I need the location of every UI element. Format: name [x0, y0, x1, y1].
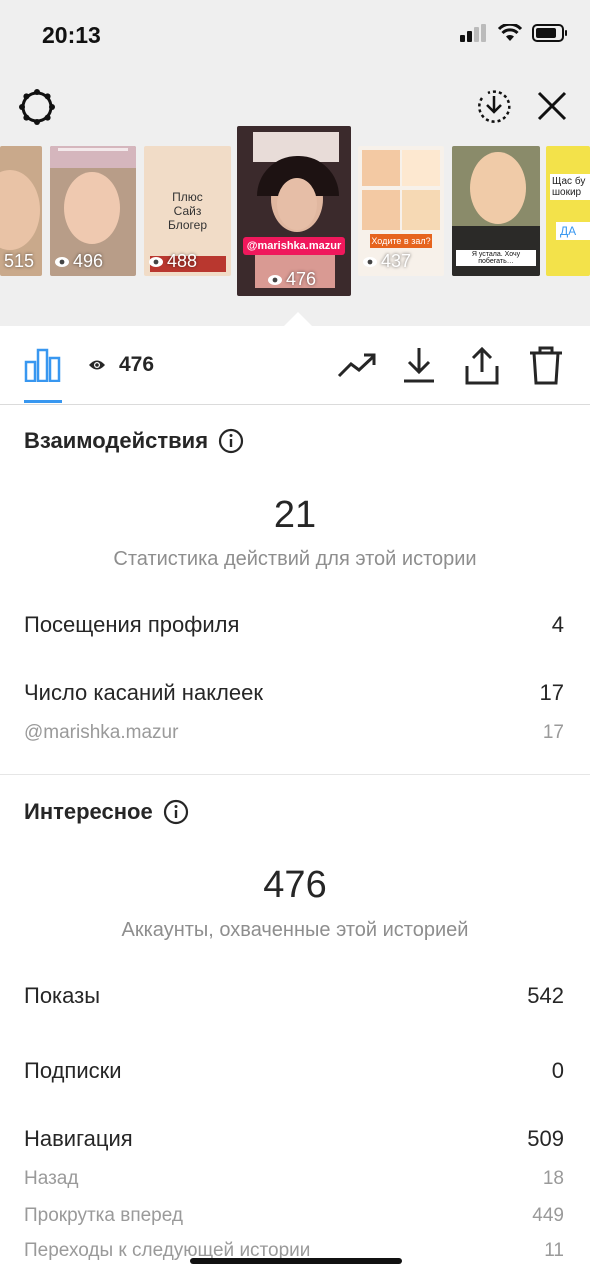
- story-caption: Ходите в зал?: [370, 234, 432, 248]
- info-icon[interactable]: [218, 428, 244, 454]
- story-thumbnail[interactable]: Я устала. Хочу побегать…: [452, 146, 540, 276]
- story-strip-area: 20:13 515 496 Плюс Сайз Блогер 488 @mari…: [0, 0, 590, 326]
- story-views: 476: [286, 269, 317, 289]
- eye-icon: [363, 256, 377, 267]
- story-thumbnail[interactable]: Щас бу шокир ДА: [546, 146, 590, 276]
- stat-row-navigation: Навигация 509: [24, 1126, 564, 1152]
- stat-value: 17: [539, 680, 564, 705]
- stat-label: Число касаний наклеек: [24, 680, 263, 705]
- stat-value: 449: [532, 1205, 564, 1226]
- interactions-section-title: Взаимодействия: [24, 428, 244, 454]
- share-icon[interactable]: [464, 346, 500, 386]
- eye-icon: [55, 256, 69, 267]
- status-bar: 20:13: [0, 0, 590, 72]
- stat-subrow-forward: Прокрутка вперед 449: [24, 1205, 564, 1227]
- story-thumbnail[interactable]: 496: [50, 146, 136, 276]
- stat-label: Подписки: [24, 1058, 122, 1083]
- stat-label: Прокрутка вперед: [24, 1205, 183, 1226]
- stat-row-follows: Подписки 0: [24, 1058, 564, 1084]
- stat-subrow-mention: @marishka.mazur 17: [24, 722, 564, 744]
- story-views: 488: [167, 251, 198, 271]
- home-indicator[interactable]: [190, 1258, 402, 1264]
- discovery-section-title: Интересное: [24, 799, 189, 825]
- active-tab-indicator: [24, 400, 62, 403]
- story-thumbnail[interactable]: 515: [0, 146, 42, 276]
- stat-value: 542: [527, 983, 564, 1008]
- eye-icon: [268, 274, 282, 285]
- story-thumbnail-selected[interactable]: @marishka.mazur 476: [237, 126, 351, 296]
- stat-value: 0: [551, 1058, 564, 1083]
- wifi-icon: [498, 24, 522, 41]
- bar-chart-icon[interactable]: [24, 348, 62, 382]
- story-thumbnails: 515 496 Плюс Сайз Блогер 488 @marishka.m…: [0, 126, 590, 298]
- story-caption: Плюс Сайз Блогер: [167, 190, 207, 232]
- stat-row-impressions: Показы 542: [24, 983, 564, 1009]
- status-time: 20:13: [42, 22, 101, 48]
- story-views: 515: [4, 251, 35, 271]
- stat-value: 17: [542, 722, 564, 743]
- stat-label: Назад: [24, 1168, 79, 1189]
- discovery-subtitle: Аккаунты, охваченные этой историей: [121, 919, 469, 941]
- story-thumbnail[interactable]: Плюс Сайз Блогер 488: [144, 146, 231, 276]
- story-views: 496: [73, 251, 104, 271]
- section-divider: [0, 774, 590, 775]
- stat-label: Показы: [24, 983, 101, 1008]
- story-mention-tag: @marishka.mazur: [243, 237, 345, 255]
- story-poll-option: ДА: [556, 222, 590, 240]
- discovery-total: 476: [263, 864, 327, 906]
- views-count: 476: [119, 353, 155, 376]
- cellular-signal-icon: [460, 24, 486, 42]
- interactions-subtitle: Статистика действий для этой истории: [113, 548, 477, 570]
- eye-icon: [149, 256, 163, 267]
- story-thumbnail[interactable]: Ходите в зал? 437: [358, 146, 444, 276]
- stat-subrow-back: Назад 18: [24, 1168, 564, 1190]
- stat-row-sticker-taps: Число касаний наклеек 17: [24, 680, 564, 706]
- trending-up-icon[interactable]: [337, 352, 377, 380]
- story-views: 437: [381, 251, 412, 271]
- story-caption: Щас бу шокир: [550, 174, 590, 200]
- stat-label: Навигация: [24, 1126, 133, 1151]
- info-icon[interactable]: [163, 799, 189, 825]
- stat-value: 18: [542, 1168, 564, 1189]
- stat-value: 509: [527, 1126, 564, 1151]
- stat-label: Посещения профиля: [24, 612, 240, 637]
- insights-toolbar: 476: [0, 326, 590, 405]
- download-icon[interactable]: [402, 346, 436, 384]
- close-icon[interactable]: [536, 90, 568, 122]
- stat-value: 4: [551, 612, 564, 637]
- stat-value: 11: [544, 1240, 564, 1261]
- stat-label: @marishka.mazur: [24, 722, 179, 743]
- status-icons: [460, 24, 568, 42]
- battery-icon: [532, 24, 567, 42]
- gear-icon[interactable]: [18, 88, 56, 126]
- download-circle-icon[interactable]: [476, 88, 512, 124]
- trash-icon[interactable]: [528, 346, 564, 386]
- story-caption: Я устала. Хочу побегать…: [456, 250, 536, 266]
- selected-story-pointer: [284, 312, 312, 326]
- interactions-total: 21: [273, 494, 317, 536]
- eye-icon: [89, 360, 105, 370]
- stat-row-profile-visits: Посещения профиля 4: [24, 612, 564, 638]
